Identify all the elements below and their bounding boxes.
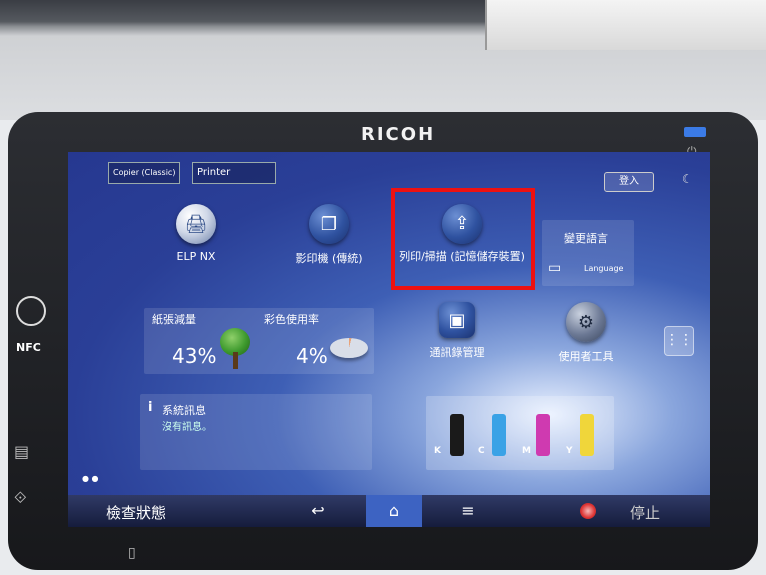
stop-button[interactable]: 停止 [630,502,660,523]
info-icon: i [148,400,153,415]
change-language-panel[interactable]: 變更語言 ▭ Language [542,220,634,286]
bottom-bar: 檢查狀態 ↩ ⌂ ≡ 停止 [68,495,710,527]
page-indicator: ● ● [82,474,99,483]
app-label: 通訊錄管理 [429,346,485,359]
tray-icon: ▤ [14,442,30,461]
app-copier-classic[interactable]: ❐ 影印機 (傳統) [283,204,375,266]
toner-black [450,414,464,456]
stop-icon [580,503,596,519]
address-book-icon: ▣ [439,302,475,338]
system-message-text: 沒有訊息。 [162,422,212,433]
menu-icon[interactable]: ≡ [448,495,488,527]
app-elp-nx[interactable]: 🖨 ELP NX [158,204,234,263]
copier-icon: ❐ [309,204,349,244]
app-list-button[interactable]: ⋮⋮ [664,326,694,356]
selection-highlight [391,188,535,290]
gear-icon: ⚙ [566,302,606,342]
toner-cyan [492,414,506,456]
color-usage-label: 彩色使用率 [264,313,319,326]
login-arrow-icon: ⟐ [14,488,27,507]
usb-port-icon: ▯ [128,545,136,561]
paper-reduction-value: 43% [172,344,217,368]
tab-copier-classic[interactable]: Copier (Classic) [108,162,181,184]
status-led [684,127,706,137]
tree-trunk [233,352,238,369]
app-address-book[interactable]: ▣ 通訊錄管理 [418,302,496,360]
paper-output-slot [485,0,766,50]
nfc-icon [16,296,46,326]
app-label: ELP NX [176,250,216,263]
elp-nx-icon: 🖨 [176,204,216,244]
brand-logo: RICOH [361,124,436,145]
energy-saver-icon[interactable]: ☾ [682,172,693,186]
nfc-label: NFC [16,341,41,354]
tab-printer[interactable]: Printer [192,162,276,184]
language-label: Language [584,264,624,273]
toner-label: K [434,446,441,456]
language-icon: ▭ [548,260,562,276]
check-status-button[interactable]: 檢查狀態 [106,502,166,523]
toner-magenta [536,414,550,456]
color-usage-pie-icon [330,338,368,358]
color-usage-value: 4% [296,344,328,368]
back-icon[interactable]: ↩ [298,495,338,527]
toner-label: M [522,446,531,456]
toner-yellow [580,414,594,456]
language-title: 變更語言 [564,232,608,245]
app-label: 影印機 (傳統) [295,252,363,265]
system-message-title: 系統訊息 [162,404,206,417]
app-label: 使用者工具 [558,350,614,363]
app-user-tools[interactable]: ⚙ 使用者工具 [546,302,626,364]
toner-label: Y [566,446,573,456]
login-button[interactable]: 登入 [604,172,654,192]
paper-reduction-label: 紙張減量 [152,313,196,326]
touch-screen: Copier (Classic) Printer 登入 ☾ 🖨 ELP NX ❐… [68,152,710,527]
toner-label: C [478,446,485,456]
home-icon[interactable]: ⌂ [366,495,422,527]
